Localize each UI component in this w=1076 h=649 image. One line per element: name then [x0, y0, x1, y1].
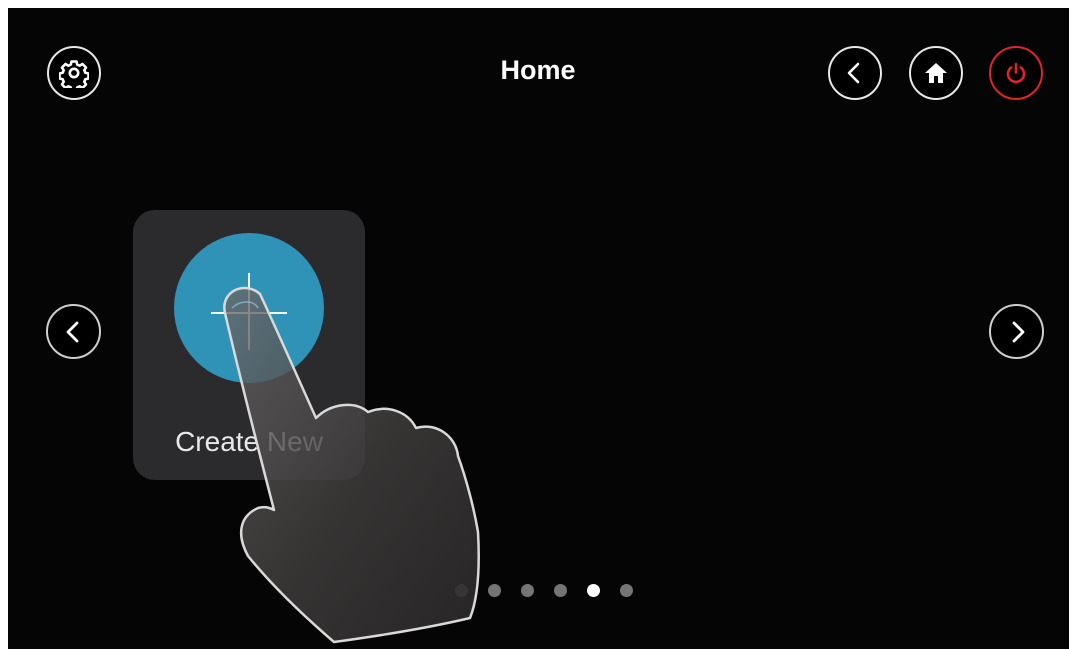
page-dot[interactable]	[455, 584, 468, 597]
page-dot[interactable]	[488, 584, 501, 597]
chevron-left-icon	[842, 60, 868, 86]
next-page-button[interactable]	[989, 304, 1044, 359]
tile-label: Create New	[175, 426, 323, 457]
page-dot[interactable]	[521, 584, 534, 597]
power-icon	[1003, 60, 1029, 86]
page-dot[interactable]	[620, 584, 633, 597]
home-icon	[922, 59, 950, 87]
home-screen: Home Create New	[8, 8, 1069, 649]
settings-button[interactable]	[47, 46, 101, 100]
gear-icon	[59, 58, 89, 88]
page-dot[interactable]	[554, 584, 567, 597]
page-title: Home	[500, 55, 576, 85]
chevron-left-icon	[61, 319, 87, 345]
page-dot-active[interactable]	[587, 584, 600, 597]
power-button[interactable]	[989, 46, 1043, 100]
page-indicator	[455, 584, 633, 598]
previous-page-button[interactable]	[46, 304, 101, 359]
create-new-icon-circle	[174, 233, 324, 383]
back-button[interactable]	[828, 46, 882, 100]
home-button[interactable]	[909, 46, 963, 100]
create-new-tile[interactable]: Create New	[133, 210, 365, 480]
chevron-right-icon	[1004, 319, 1030, 345]
